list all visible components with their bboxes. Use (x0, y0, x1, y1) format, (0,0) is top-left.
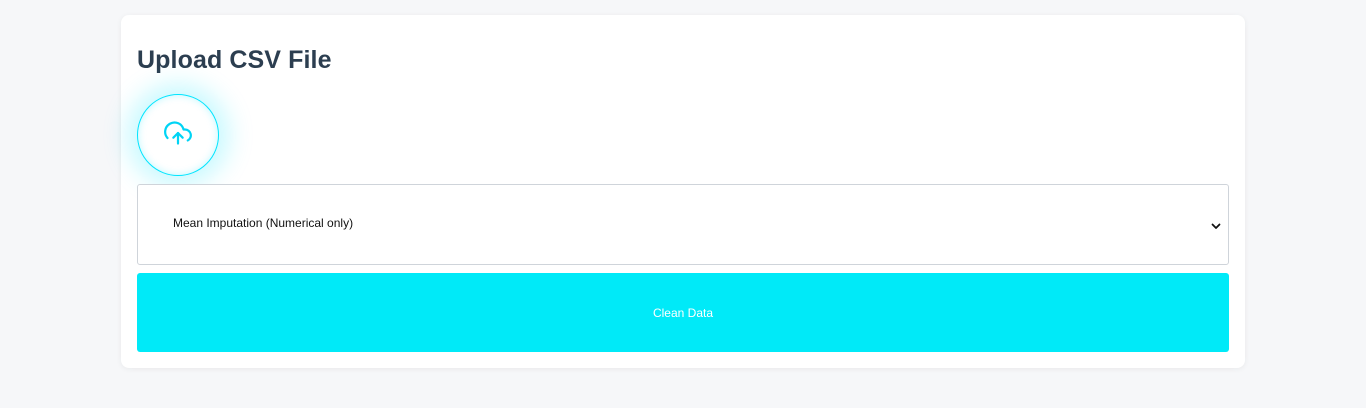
cloud-upload-icon (164, 119, 192, 152)
imputation-selected-value: Mean Imputation (Numerical only) (173, 216, 354, 230)
page-title: Upload CSV File (137, 46, 332, 74)
upload-file-button[interactable] (137, 94, 219, 176)
clean-data-button[interactable]: Clean Data (137, 273, 1229, 352)
upload-card: Upload CSV File Mean Imputation (Numeric… (121, 15, 1245, 368)
chevron-down-icon (1210, 219, 1222, 231)
imputation-method-select[interactable]: Mean Imputation (Numerical only) (137, 184, 1229, 265)
